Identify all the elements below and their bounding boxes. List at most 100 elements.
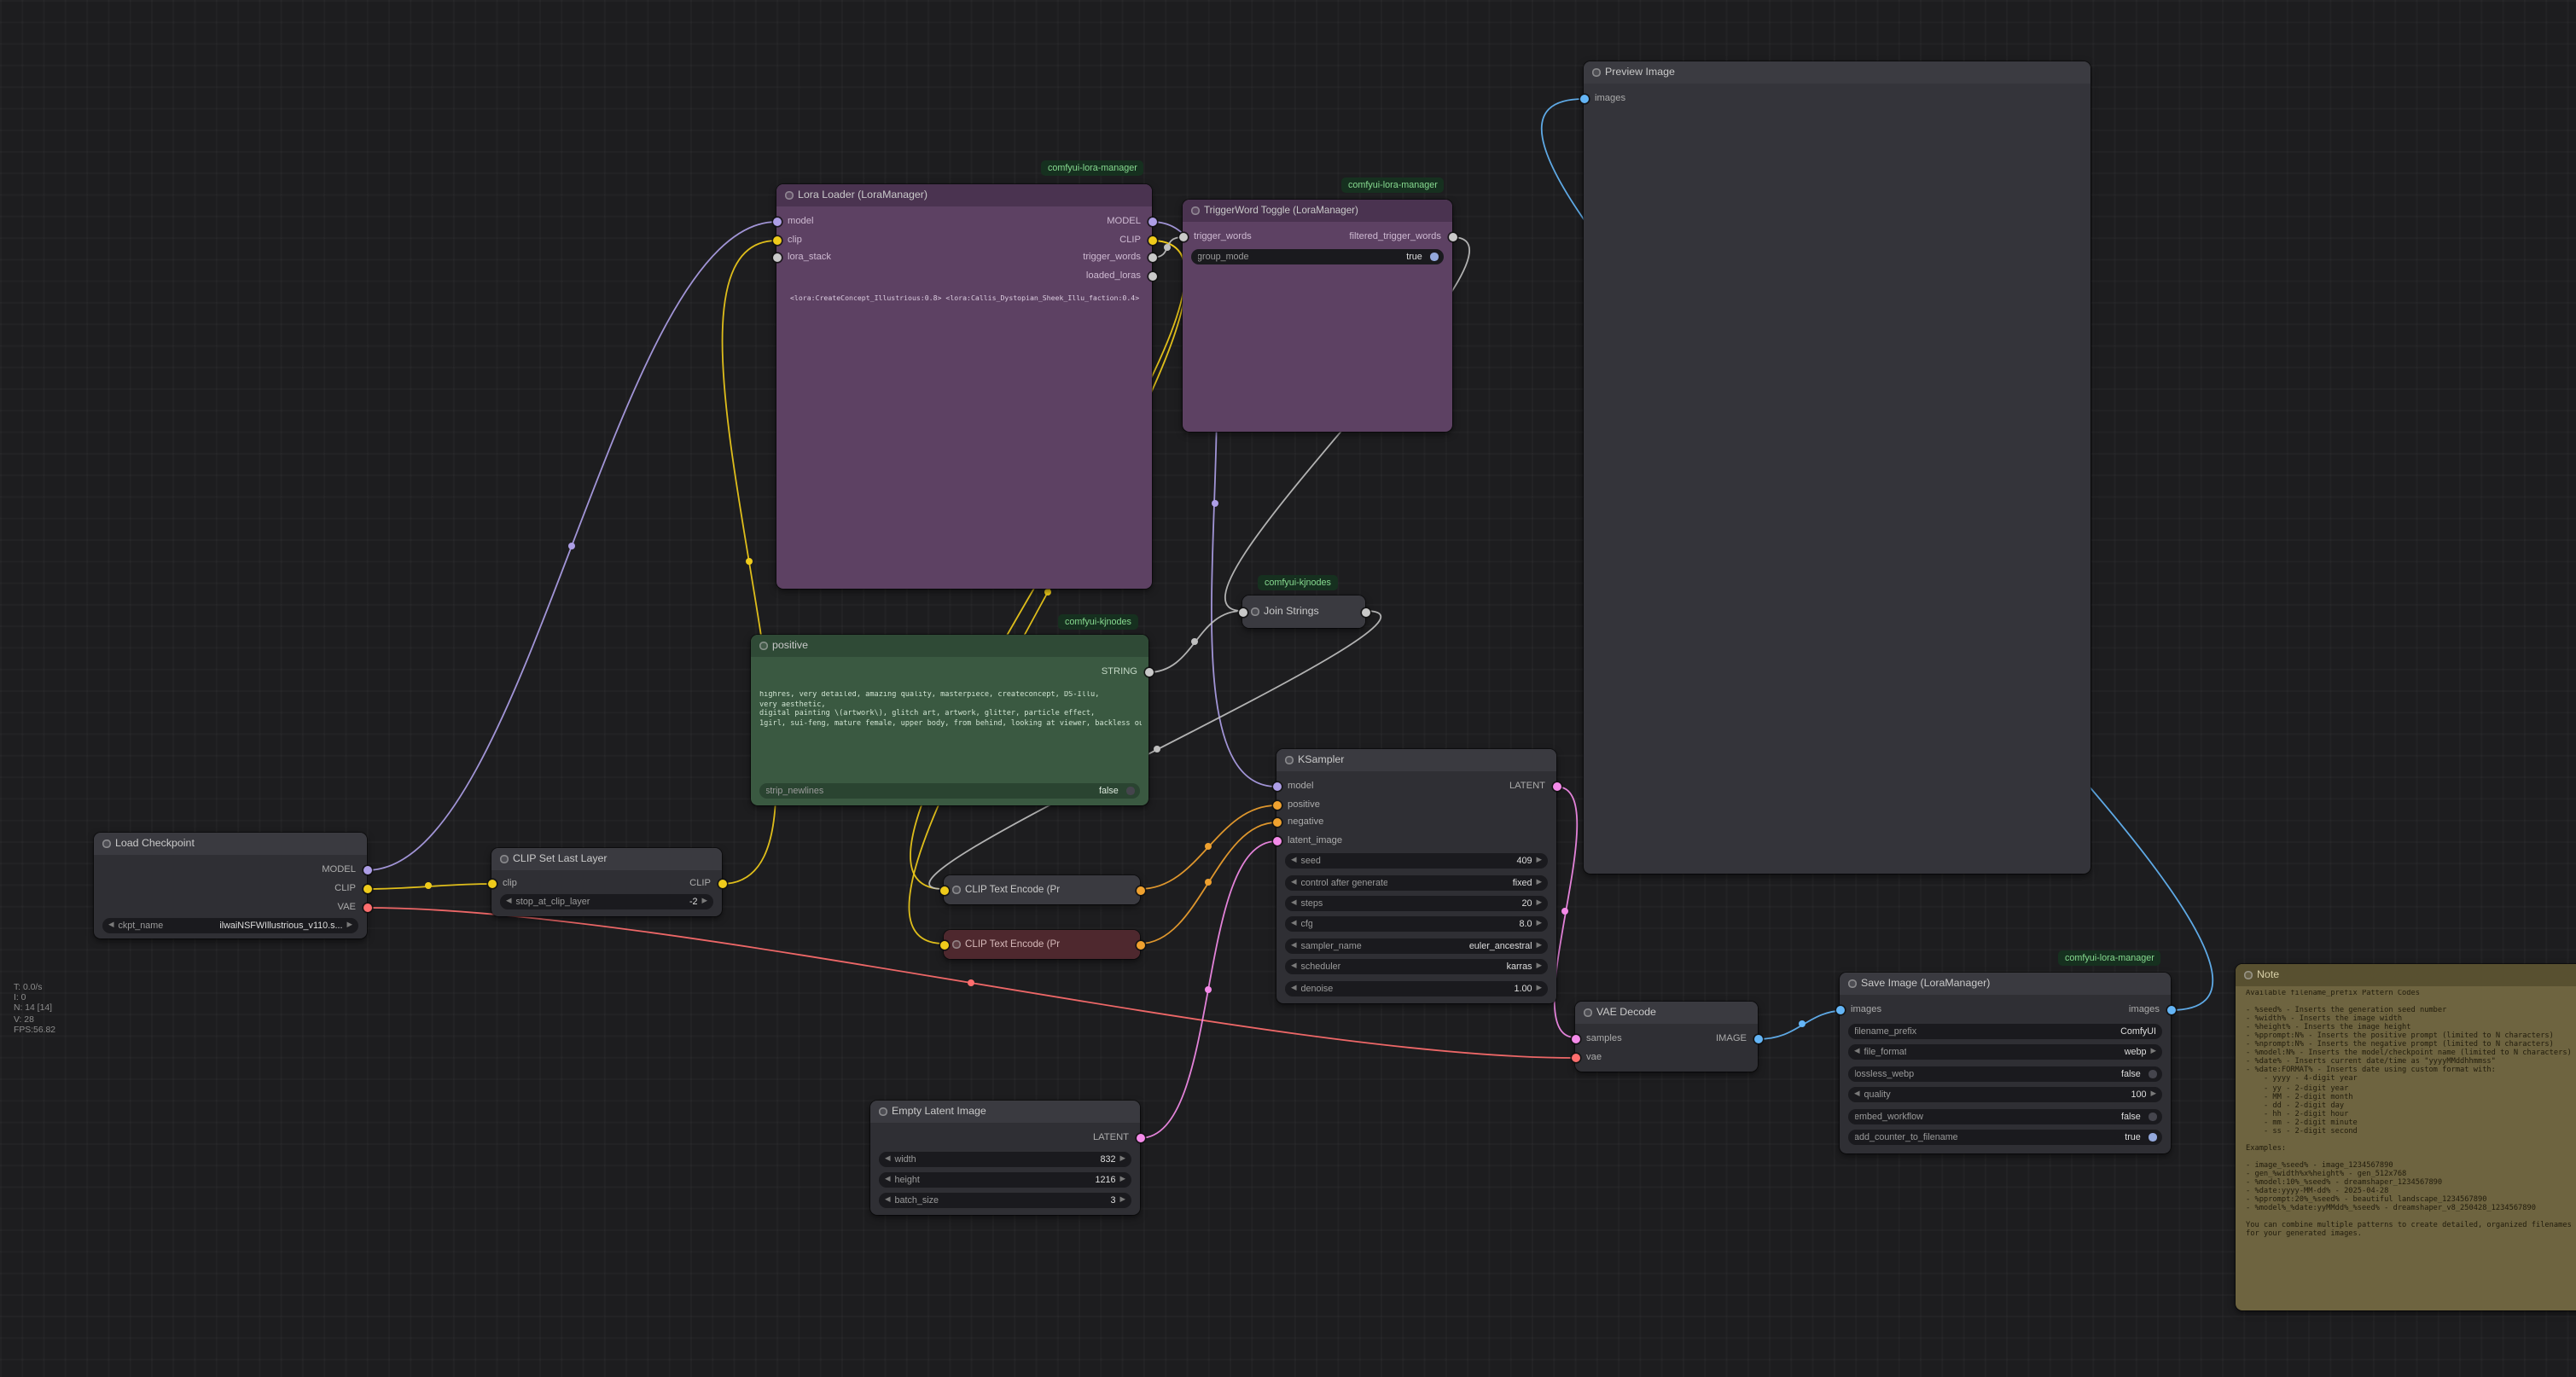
combo-left-icon[interactable] xyxy=(108,922,113,929)
stop-at-clip-layer-stepper[interactable]: stop_at_clip_layer -2 xyxy=(500,894,713,909)
node-positive-prompt[interactable]: positive STRING highres, very detailed, … xyxy=(751,635,1148,805)
input-slot-model[interactable] xyxy=(772,218,781,226)
file-format-combo[interactable]: file_format webp xyxy=(1848,1044,2162,1060)
node-graph-canvas[interactable]: T: 0.0/s I: 0 N: 14 [14] V: 28 FPS:56.82… xyxy=(0,0,2576,1377)
quality-stepper[interactable]: quality 100 xyxy=(1848,1087,2162,1102)
width-stepper[interactable]: width 832 xyxy=(879,1152,1131,1167)
node-ksampler[interactable]: KSampler model LATENT positive negative … xyxy=(1276,749,1556,1003)
stepper-right-icon[interactable] xyxy=(2151,1049,2156,1055)
input-slot-trigger-words[interactable] xyxy=(1178,233,1187,241)
output-slot-conditioning[interactable] xyxy=(1136,940,1144,949)
node-empty-latent-image[interactable]: Empty Latent Image LATENT width 832 heig… xyxy=(870,1101,1140,1215)
collapse-icon[interactable] xyxy=(1584,1009,1591,1017)
node-title-bar[interactable]: Lora Loader (LoraManager) xyxy=(776,184,1152,206)
node-title-bar[interactable]: TriggerWord Toggle (LoraManager) xyxy=(1183,200,1452,222)
stepper-right-icon[interactable] xyxy=(1537,857,1542,864)
input-slot-model[interactable] xyxy=(1272,782,1281,791)
stepper-left-icon[interactable] xyxy=(1291,880,1296,886)
node-clip-text-encode-negative[interactable]: CLIP Text Encode (Pr xyxy=(944,930,1140,959)
output-slot-model[interactable] xyxy=(363,866,371,874)
note-text[interactable]: Available filename_prefix Pattern Codes … xyxy=(2246,990,2576,1305)
group-mode-toggle[interactable]: group_mode true xyxy=(1191,249,1444,264)
node-lora-loader[interactable]: Lora Loader (LoraManager) model MODEL cl… xyxy=(776,184,1152,589)
output-slot-latent[interactable] xyxy=(1552,782,1561,791)
node-clip-set-last-layer[interactable]: CLIP Set Last Layer clip CLIP stop_at_cl… xyxy=(491,848,722,916)
toggle-knob-icon[interactable] xyxy=(1430,253,1438,260)
stepper-right-icon[interactable] xyxy=(1537,943,1542,950)
batch-size-stepper[interactable]: batch_size 3 xyxy=(879,1193,1131,1208)
collapse-icon[interactable] xyxy=(1285,757,1293,764)
stepper-right-icon[interactable] xyxy=(2151,1091,2156,1098)
lossless-webp-toggle[interactable]: lossless_webp false xyxy=(1848,1066,2162,1082)
control-after-generate-combo[interactable]: control after generate fixed xyxy=(1285,875,1548,891)
output-slot-image[interactable] xyxy=(1753,1035,1762,1043)
collapse-icon[interactable] xyxy=(952,886,960,894)
output-slot-loaded-loras[interactable] xyxy=(1148,272,1156,281)
stepper-left-icon[interactable] xyxy=(1854,1091,1859,1098)
height-stepper[interactable]: height 1216 xyxy=(879,1172,1131,1188)
input-slot-positive[interactable] xyxy=(1272,801,1281,810)
node-title-bar[interactable]: CLIP Set Last Layer xyxy=(491,848,722,870)
node-title-bar[interactable]: Empty Latent Image xyxy=(870,1101,1140,1123)
stepper-left-icon[interactable] xyxy=(885,1177,890,1183)
node-title-bar[interactable]: Load Checkpoint xyxy=(94,833,367,855)
collapse-icon[interactable] xyxy=(1848,980,1856,988)
stepper-left-icon[interactable] xyxy=(1291,857,1296,864)
input-slot-clip[interactable] xyxy=(939,940,948,949)
output-slot-vae[interactable] xyxy=(363,903,371,912)
input-slot-clip[interactable] xyxy=(487,880,496,888)
toggle-knob-icon[interactable] xyxy=(2149,1133,2156,1141)
stepper-right-icon[interactable] xyxy=(1537,880,1542,886)
collapse-icon[interactable] xyxy=(785,192,793,200)
node-title-bar[interactable]: Join Strings xyxy=(1242,596,1365,628)
collapse-icon[interactable] xyxy=(2244,972,2252,979)
node-title-bar[interactable]: Note xyxy=(2236,964,2576,986)
node-join-strings[interactable]: Join Strings xyxy=(1242,596,1365,628)
output-slot-clip[interactable] xyxy=(1148,236,1156,245)
prompt-textarea[interactable]: highres, very detailed, amazing quality,… xyxy=(759,691,1142,778)
sampler-name-combo[interactable]: sampler_name euler_ancestral xyxy=(1285,938,1548,954)
collapse-icon[interactable] xyxy=(102,840,110,848)
input-slot-vae[interactable] xyxy=(1571,1054,1579,1062)
node-title-bar[interactable]: positive xyxy=(751,635,1148,657)
node-save-image[interactable]: Save Image (LoraManager) images images f… xyxy=(1840,973,2171,1153)
input-slot-negative[interactable] xyxy=(1272,818,1281,827)
node-title-bar[interactable]: KSampler xyxy=(1276,749,1556,771)
input-slot-images[interactable] xyxy=(1835,1006,1844,1014)
scheduler-combo[interactable]: scheduler karras xyxy=(1285,959,1548,974)
node-load-checkpoint[interactable]: Load Checkpoint MODEL CLIP VAE ckpt_name… xyxy=(94,833,367,938)
embed-workflow-toggle[interactable]: embed_workflow false xyxy=(1848,1109,2162,1124)
input-slot-strings[interactable] xyxy=(1238,607,1247,616)
seed-stepper[interactable]: seed 409 xyxy=(1285,853,1548,869)
cfg-stepper[interactable]: cfg 8.0 xyxy=(1285,916,1548,932)
stepper-left-icon[interactable] xyxy=(506,898,511,905)
stepper-right-icon[interactable] xyxy=(702,898,707,905)
stepper-right-icon[interactable] xyxy=(1120,1177,1125,1183)
output-slot-conditioning[interactable] xyxy=(1136,886,1144,894)
collapse-icon[interactable] xyxy=(500,856,508,863)
node-title-bar[interactable]: Save Image (LoraManager) xyxy=(1840,973,2171,995)
strip-newlines-toggle[interactable]: strip_newlines false xyxy=(759,783,1140,799)
collapse-icon[interactable] xyxy=(1592,69,1600,77)
stepper-left-icon[interactable] xyxy=(1854,1049,1859,1055)
stepper-left-icon[interactable] xyxy=(1291,921,1296,927)
output-slot-latent[interactable] xyxy=(1136,1134,1144,1142)
stepper-left-icon[interactable] xyxy=(885,1156,890,1163)
input-slot-clip[interactable] xyxy=(939,886,948,894)
collapse-icon[interactable] xyxy=(1251,608,1259,616)
ckpt-name-combo[interactable]: ckpt_name ilwaiNSFWIllustrious_v110.s... xyxy=(102,918,358,933)
filename-prefix-field[interactable]: filename_prefix ComfyUI xyxy=(1848,1024,2162,1039)
stepper-right-icon[interactable] xyxy=(1537,900,1542,907)
output-slot-clip[interactable] xyxy=(363,885,371,893)
collapse-icon[interactable] xyxy=(759,642,767,650)
toggle-knob-icon[interactable] xyxy=(1126,787,1134,794)
stepper-left-icon[interactable] xyxy=(885,1197,890,1204)
input-slot-clip[interactable] xyxy=(772,236,781,245)
stepper-right-icon[interactable] xyxy=(1120,1156,1125,1163)
stepper-right-icon[interactable] xyxy=(1537,921,1542,927)
output-slot-string[interactable] xyxy=(1361,607,1369,616)
output-slot-model[interactable] xyxy=(1148,218,1156,226)
node-vae-decode[interactable]: VAE Decode samples IMAGE vae xyxy=(1575,1002,1758,1072)
stepper-left-icon[interactable] xyxy=(1291,900,1296,907)
input-slot-samples[interactable] xyxy=(1571,1035,1579,1043)
